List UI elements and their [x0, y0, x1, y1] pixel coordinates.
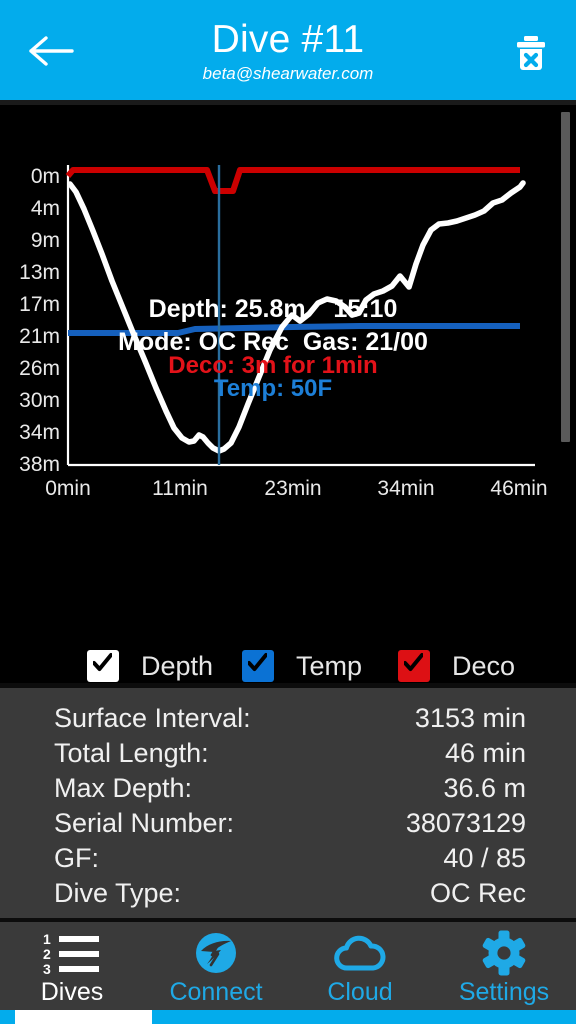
- nav-item-connect[interactable]: Connect: [144, 922, 288, 1010]
- nav-item-settings[interactable]: Settings: [432, 922, 576, 1010]
- series-toggle-row-1: Depth Temp Deco: [0, 644, 576, 685]
- detail-row: Surface Interval: 3153 min: [54, 701, 526, 736]
- checkbox-temp[interactable]: Temp: [242, 644, 362, 685]
- svg-text:3: 3: [43, 961, 51, 975]
- nav-label-cloud: Cloud: [327, 977, 393, 1006]
- dive-detail-screen: Dive #11 beta@shearwater.com 0m 4m 9m 13…: [0, 0, 576, 1024]
- lightning-circle-icon: [194, 930, 238, 976]
- detail-key: Surface Interval:: [54, 703, 251, 733]
- home-indicator-bar: [0, 1010, 576, 1024]
- detail-row: GF: 40 / 85: [54, 841, 526, 876]
- checkbox-temp-box[interactable]: [242, 650, 274, 682]
- detail-value: 38073129: [405, 808, 526, 838]
- cloud-icon: [334, 930, 386, 976]
- detail-key: Dive Type:: [54, 878, 182, 908]
- deco-ceiling-series: [65, 167, 520, 194]
- checkbox-depth[interactable]: Depth: [87, 644, 213, 685]
- nav-label-connect: Connect: [169, 977, 263, 1006]
- readout-depth-time: Depth: 25.8m 15:10: [148, 295, 398, 323]
- svg-text:4m: 4m: [31, 197, 60, 220]
- svg-text:34min: 34min: [377, 477, 434, 500]
- detail-row: Max Depth: 36.6 m: [54, 771, 526, 806]
- checkbox-deco[interactable]: Deco: [398, 644, 515, 685]
- svg-text:13m: 13m: [19, 261, 60, 284]
- detail-key: Max Depth:: [54, 773, 193, 803]
- bottom-navigation-bar: 1 2 3 Dives Connect Cloud Settings: [0, 922, 576, 1010]
- readout-temp: Temp: 50F: [213, 375, 333, 402]
- svg-text:2: 2: [43, 946, 51, 962]
- checkbox-temp-label: Temp: [296, 651, 363, 681]
- gear-icon: [481, 930, 527, 976]
- checkbox-depth-label: Depth: [141, 651, 214, 681]
- nav-item-dives[interactable]: 1 2 3 Dives: [0, 922, 144, 1010]
- checkbox-deco-box[interactable]: [398, 650, 430, 682]
- nav-item-cloud[interactable]: Cloud: [288, 922, 432, 1010]
- nav-label-dives: Dives: [40, 977, 104, 1006]
- detail-key: Serial Number:: [54, 808, 235, 838]
- svg-text:0min: 0min: [45, 477, 91, 500]
- detail-key: GF:: [54, 843, 99, 873]
- svg-text:38m: 38m: [19, 453, 60, 476]
- dive-profile-chart[interactable]: 0m 4m 9m 13m 17m 21m 26m 30m 34m 38m 0mi…: [0, 105, 576, 685]
- x-tick-labels: 0min 11min 23min 34min 46min: [45, 477, 547, 500]
- trash-delete-icon[interactable]: [510, 32, 552, 74]
- svg-text:9m: 9m: [31, 229, 60, 252]
- page-title: Dive #11: [211, 18, 365, 61]
- detail-value: 46 min: [444, 738, 526, 768]
- detail-row: Dive Type: OC Rec: [54, 876, 526, 911]
- svg-text:11min: 11min: [152, 477, 208, 500]
- checkbox-depth-box[interactable]: [87, 650, 119, 682]
- detail-value: 40 / 85: [443, 843, 526, 873]
- svg-text:1: 1: [43, 931, 51, 947]
- detail-key: Total Length:: [54, 738, 209, 768]
- chart-scrollbar-track[interactable]: [561, 112, 570, 685]
- app-header: Dive #11 beta@shearwater.com: [0, 0, 576, 100]
- series-toggle-group: Depth Temp Deco CNS: [0, 630, 576, 685]
- detail-value: OC Rec: [429, 878, 526, 908]
- detail-row: Serial Number: 38073129: [54, 806, 526, 841]
- svg-text:46min: 46min: [490, 477, 547, 500]
- chart-scrollbar-thumb[interactable]: [561, 112, 570, 442]
- svg-text:34m: 34m: [19, 421, 60, 444]
- header-title-block: Dive #11 beta@shearwater.com: [90, 16, 486, 85]
- back-arrow-icon[interactable]: [28, 36, 74, 66]
- svg-text:23min: 23min: [264, 477, 321, 500]
- detail-value: 36.6 m: [443, 773, 526, 803]
- svg-text:0m: 0m: [31, 165, 60, 188]
- numbered-list-icon: 1 2 3: [41, 930, 103, 976]
- detail-value: 3153 min: [414, 703, 526, 733]
- detail-row: Total Length: 46 min: [54, 736, 526, 771]
- dive-details-list[interactable]: Surface Interval: 3153 min Total Length:…: [0, 688, 576, 918]
- home-indicator-pill: [15, 1010, 152, 1024]
- account-email: beta@shearwater.com: [202, 64, 374, 83]
- nav-label-settings: Settings: [458, 977, 550, 1006]
- checkbox-deco-label: Deco: [452, 651, 516, 681]
